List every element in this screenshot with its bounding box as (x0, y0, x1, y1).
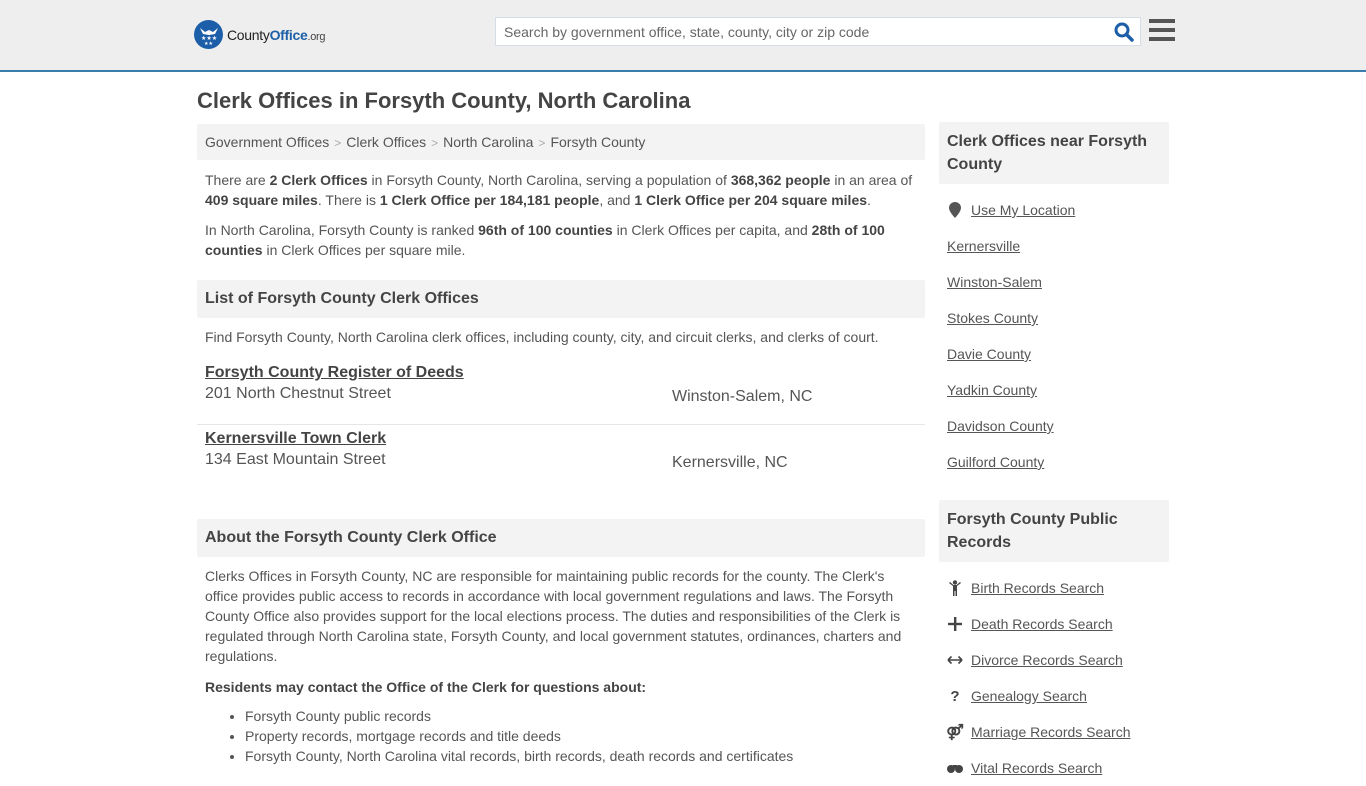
bullet-item: Property records, mortgage records and t… (245, 726, 925, 746)
bullet-item: Forsyth County public records (245, 706, 925, 726)
nearby-item[interactable]: Davidson County (939, 408, 1169, 444)
nearby-item[interactable]: Stokes County (939, 300, 1169, 336)
marriage-records-link[interactable]: Marriage Records Search (971, 724, 1131, 740)
about-bullets: Forsyth County public records Property r… (197, 706, 925, 766)
nearby-item[interactable]: Yadkin County (939, 372, 1169, 408)
list-section-heading: List of Forsyth County Clerk Offices (197, 280, 925, 318)
office-name-link[interactable]: Forsyth County Register of Deeds (205, 364, 464, 382)
death-records-link[interactable]: Death Records Search (971, 616, 1113, 632)
nearby-link-winston-salem[interactable]: Winston-Salem (947, 274, 1042, 290)
office-city: Kernersville, NC (672, 454, 788, 471)
nearby-item[interactable]: Davie County (939, 336, 1169, 372)
office-name-link[interactable]: Kernersville Town Clerk (205, 430, 386, 448)
nearby-link-yadkin-county[interactable]: Yadkin County (947, 382, 1037, 398)
eagle-logo-icon: ★★★ ★★ (194, 20, 223, 49)
binoculars-icon (947, 760, 963, 776)
logo-wordmark: CountyOffice.org (227, 26, 326, 43)
sidebar: Clerk Offices near Forsyth County Use My… (939, 122, 1169, 786)
svg-text:★★: ★★ (204, 41, 213, 45)
genealogy-link[interactable]: Genealogy Search (971, 688, 1087, 704)
arrows-horizontal-icon (947, 652, 963, 668)
vital-records-link[interactable]: Vital Records Search (971, 760, 1102, 776)
office-city: Winston-Salem, NC (672, 388, 813, 405)
question-icon: ? (950, 687, 960, 705)
office-address: 134 East Mountain Street (205, 451, 386, 468)
records-item[interactable]: Death Records Search (939, 606, 1169, 642)
office-list-item: Kernersville Town Clerk 134 East Mountai… (197, 425, 925, 490)
venus-mars-icon: ⚤ (946, 724, 964, 741)
chevron-right-icon: > (334, 136, 342, 150)
page-title: Clerk Offices in Forsyth County, North C… (197, 88, 691, 113)
main-content: Government Offices > Clerk Offices > North C… (197, 124, 925, 766)
summary-paragraph: There are 2 Clerk Offices in Forsyth Cou… (205, 172, 913, 208)
list-intro: Find Forsyth County, North Carolina cler… (205, 329, 879, 345)
map-marker-icon (947, 202, 963, 218)
office-list-item: Forsyth County Register of Deeds 201 Nor… (197, 359, 925, 424)
nearby-item[interactable]: Kernersville (939, 228, 1169, 264)
nearby-link-stokes-county[interactable]: Stokes County (947, 310, 1038, 326)
about-body: Clerks Offices in Forsyth County, NC are… (205, 568, 902, 664)
search-icon (1114, 22, 1134, 42)
ranking-paragraph: In North Carolina, Forsyth County is ran… (205, 222, 885, 258)
nearby-link-guilford-county[interactable]: Guilford County (947, 454, 1044, 470)
search-button[interactable] (1114, 22, 1134, 42)
chevron-right-icon: > (431, 136, 439, 150)
office-list: Forsyth County Register of Deeds 201 Nor… (197, 359, 925, 490)
records-item[interactable]: Birth Records Search (939, 570, 1169, 606)
breadcrumb-north-carolina[interactable]: North Carolina (443, 134, 533, 150)
breadcrumb: Government Offices > Clerk Offices > North C… (197, 124, 925, 160)
use-my-location-link[interactable]: Use My Location (971, 202, 1075, 218)
nearby-heading: Clerk Offices near Forsyth County (939, 122, 1169, 184)
search-input[interactable] (496, 18, 1096, 45)
site-header: ★★★ ★★ CountyOffice.org (0, 0, 1366, 72)
records-item[interactable]: Vital Records Search (939, 750, 1169, 786)
child-icon (947, 580, 963, 596)
nearby-link-kernersville[interactable]: Kernersville (947, 238, 1020, 254)
bullet-item: Forsyth County, North Carolina vital rec… (245, 746, 925, 766)
breadcrumb-government-offices[interactable]: Government Offices (205, 134, 329, 150)
breadcrumb-clerk-offices[interactable]: Clerk Offices (346, 134, 426, 150)
site-logo[interactable]: ★★★ ★★ CountyOffice.org (194, 20, 326, 49)
records-item[interactable]: ⚤ Marriage Records Search (939, 714, 1169, 750)
records-item[interactable]: ? Genealogy Search (939, 678, 1169, 714)
divorce-records-link[interactable]: Divorce Records Search (971, 652, 1123, 668)
use-my-location[interactable]: Use My Location (939, 192, 1169, 228)
nearby-item[interactable]: Guilford County (939, 444, 1169, 480)
nearby-link-davidson-county[interactable]: Davidson County (947, 418, 1054, 434)
about-section-heading: About the Forsyth County Clerk Office (197, 519, 925, 557)
hamburger-menu-icon[interactable] (1149, 19, 1175, 43)
plus-icon (947, 616, 963, 632)
nearby-link-davie-county[interactable]: Davie County (947, 346, 1031, 362)
about-subheading: Residents may contact the Office of the … (205, 679, 647, 695)
chevron-right-icon: > (538, 136, 546, 150)
search-box (495, 17, 1141, 46)
records-item[interactable]: Divorce Records Search (939, 642, 1169, 678)
breadcrumb-forsyth-county[interactable]: Forsyth County (550, 134, 645, 150)
nearby-item[interactable]: Winston-Salem (939, 264, 1169, 300)
records-heading: Forsyth County Public Records (939, 500, 1169, 562)
birth-records-link[interactable]: Birth Records Search (971, 580, 1104, 596)
